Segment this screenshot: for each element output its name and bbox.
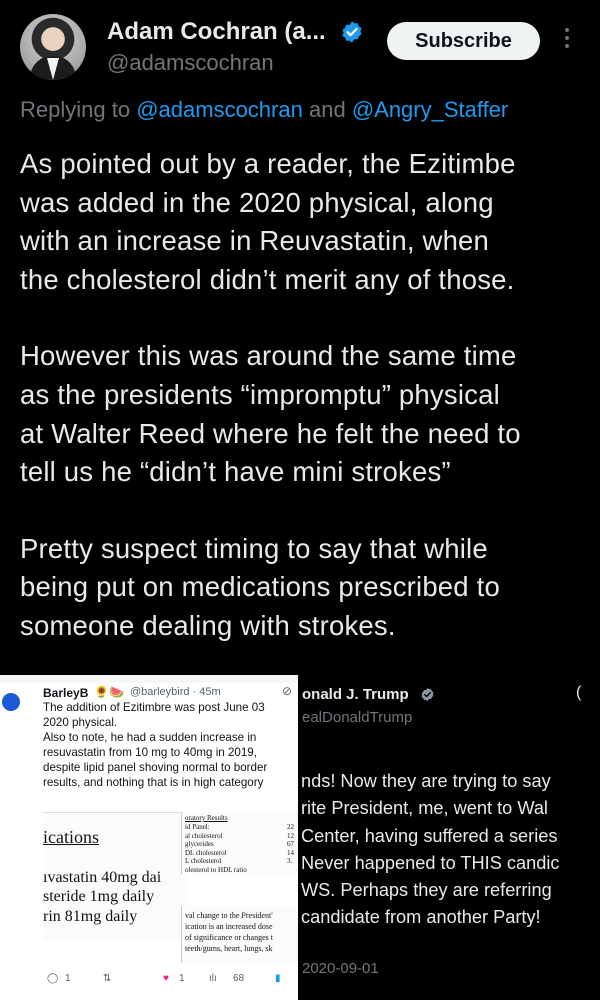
tweet-paragraph-2: However this was around the same time as… [20,340,521,488]
embedded-screenshot-left[interactable]: BarleyB 🌻🍉 @barleybird · 45m ⊘ The addit… [0,675,298,1000]
author-avatar[interactable] [20,14,86,80]
like-count: 1 [179,973,185,984]
medication-line: steride 1mg daily [43,888,155,905]
tweet-header: Adam Cochran (a... @adamscochran Subscri… [0,0,600,90]
lab-results-labels: id Panel: al cholesterol glycerides DL c… [185,823,247,874]
retweet-icon: ⇅ [103,973,112,984]
author-name[interactable]: Adam Cochran (a... [107,18,326,46]
tweet-media[interactable]: BarleyB 🌻🍉 @barleybird · 45m ⊘ The addit… [0,675,600,1000]
medication-line: ıvastatin 40mg dai [43,869,162,886]
medication-line: rin 81mg daily [43,908,138,925]
views-icon: ılı [209,973,217,984]
embedded-screenshot-right[interactable]: onald J. Trump ealDonaldTrump ( nds! Now… [298,675,600,1000]
more-options-icon[interactable] [560,28,574,54]
replying-and-label: and [308,97,346,122]
reply-handle-angry-staffer[interactable]: @Angry_Staffer [352,97,508,122]
cropped-icon: ( [576,684,582,701]
lab-results-title: oratory Results [185,814,228,822]
embedded-emoji: 🌻🍉 [94,685,124,699]
screenshot-top-bar [0,675,298,683]
reply-handle-adamscochran[interactable]: @adamscochran [136,97,303,122]
tweet-text: As pointed out by a reader, the Ezitimbe… [20,145,590,684]
embedded-right-author-name: onald J. Trump [302,686,409,703]
mute-icon: ⊘ [282,684,293,698]
lab-results-document: oratory Results id Panel: al cholesterol… [181,812,298,874]
lab-results-values: 22 12 67 14 3. [287,823,294,865]
tweet-paragraph-1: As pointed out by a reader, the Ezitimbe… [20,148,516,295]
embedded-author-name: BarleyB [43,686,89,700]
reply-icon: ◯ [47,973,59,984]
replying-to: Replying to @adamscochran and @Angry_Sta… [20,97,508,123]
embedded-actions: ◯ 1 ⇅ ♥ 1 ılı 68 ▮ [43,970,298,990]
author-handle[interactable]: @adamscochran [107,50,274,76]
verified-badge-icon [421,687,434,702]
embedded-tweet-text: The addition of Ezitimbre was post June … [43,701,268,789]
tweet-paragraph-3: Pretty suspect timing to say that while … [20,532,500,641]
verified-badge-icon [342,21,362,43]
medications-heading: ications [43,827,99,847]
reply-count: 1 [65,973,71,984]
medication-document: ications ıvastatin 40mg dai steride 1mg … [43,812,187,940]
embedded-right-date: 2020-09-01 [302,960,379,977]
embedded-right-author-handle: ealDonaldTrump [302,709,413,726]
embedded-avatar [2,693,20,711]
embedded-author-handle: @barleybird · 45m [130,686,221,698]
note-document: val change to the President' ication is … [181,906,298,963]
bookmark-icon: ▮ [275,973,281,984]
embedded-right-tweet-text: nds! Now they are trying to say rite Pre… [301,771,560,928]
like-icon: ♥ [163,973,169,984]
subscribe-button[interactable]: Subscribe [387,22,540,60]
replying-to-label: Replying to [20,97,131,122]
view-count: 68 [233,973,245,984]
